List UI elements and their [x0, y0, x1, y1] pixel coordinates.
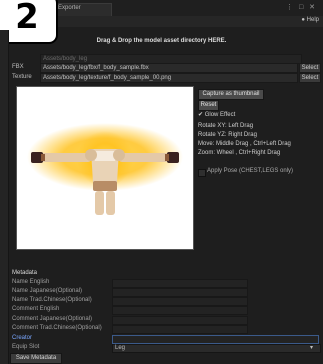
apply-pose-label: Apply Pose (CHEST,LEGS only)	[207, 168, 294, 174]
comment-english-field[interactable]	[112, 306, 248, 315]
help-line: Move: Middle Drag , Ctrl+Left Drag	[198, 141, 291, 147]
texture-path-field[interactable]: Assets/body_leg/texture/f_body_sample_00…	[40, 73, 298, 83]
help-line: Rotate XY: Left Drag	[198, 123, 254, 129]
name-english-label: Name English	[12, 279, 50, 285]
comment-trad-chinese-label: Comment Trad.Chinese(Optional)	[12, 325, 102, 331]
window-tab-title: Exporter	[58, 5, 81, 11]
drop-hint: Drag & Drop the model asset directory HE…	[96, 38, 227, 44]
comment-japanese-label: Comment Japanese(Optional)	[12, 316, 93, 322]
equip-slot-label: Equip Slot	[12, 344, 40, 350]
reset-button[interactable]: Reset	[198, 100, 219, 111]
glow-effect-toggle[interactable]: ✔ Glow Effect	[198, 111, 235, 118]
texture-label: Texture	[12, 74, 32, 80]
name-trad-chinese-field[interactable]	[112, 297, 248, 306]
creator-label: Creator	[12, 335, 33, 341]
name-english-field[interactable]	[112, 279, 248, 288]
glow-effect-label: Glow Effect	[204, 112, 236, 118]
metadata-heading: Metadata	[12, 270, 38, 276]
help-label: Help	[306, 17, 319, 23]
name-trad-chinese-label: Name Trad.Chinese(Optional)	[12, 297, 92, 303]
comment-japanese-field[interactable]	[112, 316, 248, 325]
checkmark-icon: ✔	[198, 112, 205, 118]
left-dock-strip	[0, 30, 9, 364]
name-japanese-label: Name Japanese(Optional)	[12, 288, 83, 294]
comment-english-label: Comment English	[12, 306, 60, 312]
capture-thumbnail-button[interactable]: Capture as thumbnail	[198, 89, 264, 100]
fbx-label: FBX	[12, 64, 24, 70]
creator-field[interactable]	[112, 335, 319, 344]
help-line: Zoom: Wheel , Ctrl+Right Drag	[198, 150, 281, 156]
texture-select-button[interactable]: Select	[299, 73, 321, 83]
comment-trad-chinese-field[interactable]	[112, 325, 248, 334]
name-japanese-field[interactable]	[112, 288, 248, 297]
model-preview-render	[27, 123, 183, 215]
fbx-path-field[interactable]: Assets/body_leg/fbx/f_body_sample.fbx	[40, 63, 298, 73]
equip-slot-dropdown[interactable]: Leg	[112, 344, 321, 353]
save-metadata-button[interactable]: Save Metadata	[10, 353, 62, 364]
model-preview[interactable]	[16, 86, 194, 250]
window-controls[interactable]: ⋮ □ ✕	[286, 3, 317, 11]
chevron-down-icon: ▾	[310, 345, 314, 351]
help-link[interactable]: ● Help	[301, 17, 319, 23]
help-line: Rotate YZ: Right Drag	[198, 132, 257, 138]
fbx-select-button[interactable]: Select	[299, 63, 321, 73]
apply-pose-checkbox[interactable]	[198, 169, 206, 177]
